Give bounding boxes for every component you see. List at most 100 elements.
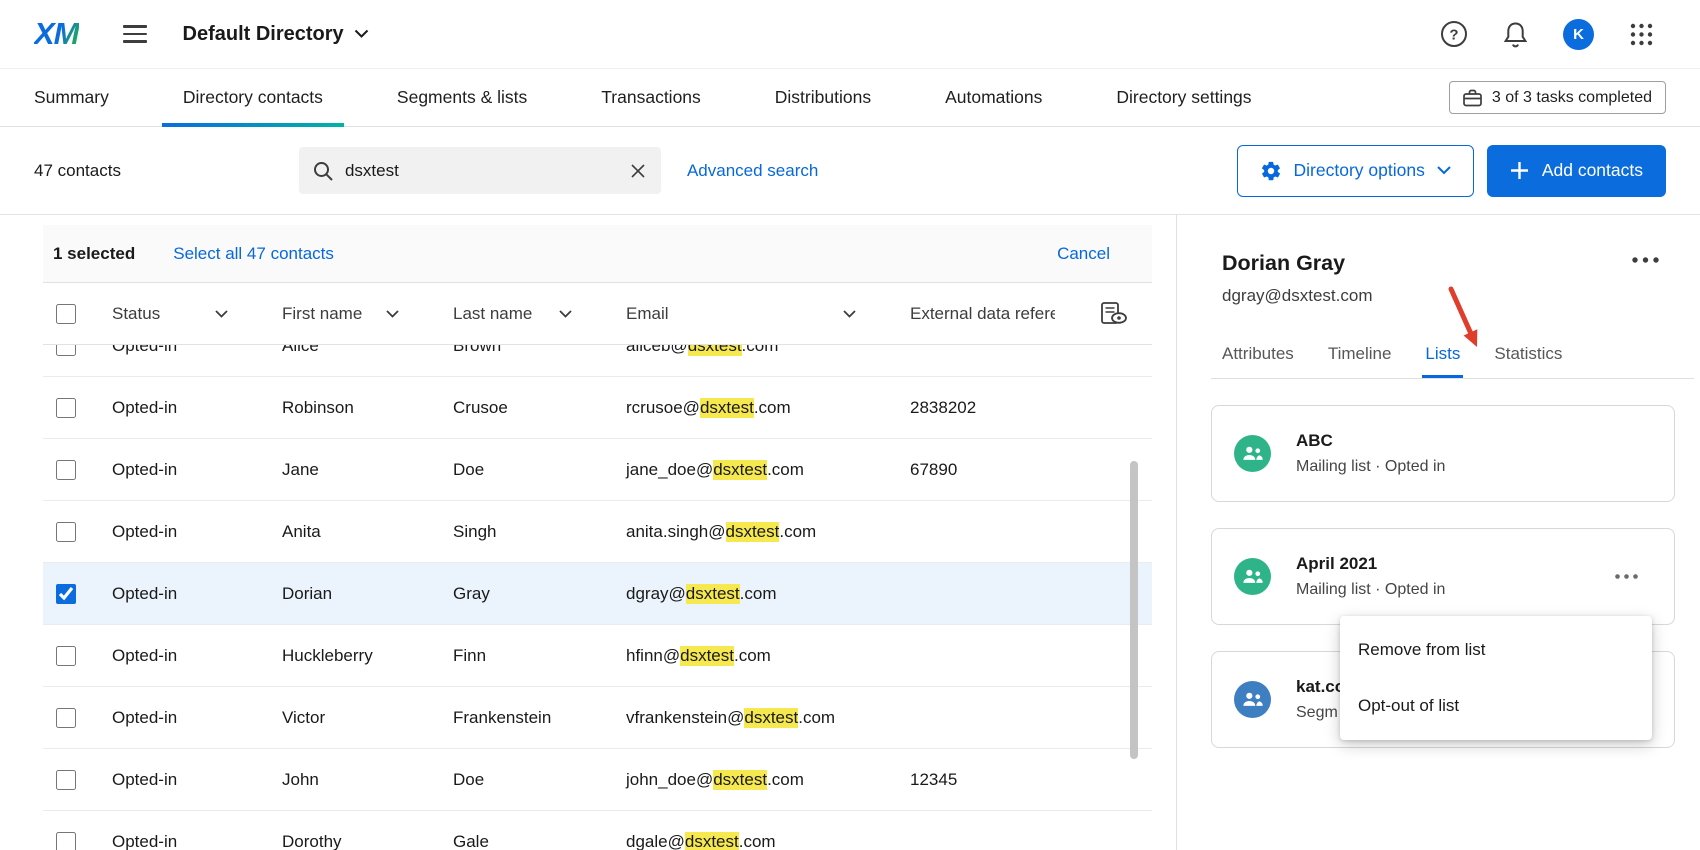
row-checkbox-cell — [43, 345, 98, 356]
row-last-name: Finn — [439, 646, 612, 666]
email-prefix: dgale@ — [626, 832, 685, 850]
tab-segments-lists[interactable]: Segments & lists — [376, 69, 548, 126]
email-suffix: .com — [754, 398, 791, 418]
email-highlight: dsxtest — [688, 345, 742, 356]
row-first-name: Dorothy — [268, 832, 439, 850]
header-tools-cell — [1095, 302, 1152, 325]
row-checkbox[interactable] — [56, 522, 76, 542]
panel-tab-timeline[interactable]: Timeline — [1328, 344, 1392, 378]
table-row[interactable]: Opted-in Alice Brown aliceb@dsxtest.com — [43, 345, 1152, 377]
email-highlight: dsxtest — [686, 584, 740, 604]
header-status[interactable]: Status — [98, 304, 268, 324]
tab-automations[interactable]: Automations — [924, 69, 1063, 126]
row-email: dgray@dsxtest.com — [612, 584, 896, 604]
tasks-completed-button[interactable]: 3 of 3 tasks completed — [1449, 81, 1666, 114]
row-last-name: Frankenstein — [439, 708, 612, 728]
row-checkbox[interactable] — [56, 770, 76, 790]
tab-transactions[interactable]: Transactions — [580, 69, 722, 126]
email-prefix: dgray@ — [626, 584, 686, 604]
table-row[interactable]: Opted-in Huckleberry Finn hfinn@dsxtest.… — [43, 625, 1152, 687]
clear-search-button[interactable] — [631, 164, 645, 178]
row-first-name: Huckleberry — [268, 646, 439, 666]
list-card[interactable]: ABC Mailing list · Opted in — [1211, 405, 1675, 502]
row-email: dgale@dsxtest.com — [612, 832, 896, 850]
table-row[interactable]: Opted-in Jane Doe jane_doe@dsxtest.com 6… — [43, 439, 1152, 501]
row-checkbox[interactable] — [56, 708, 76, 728]
help-icon: ? — [1440, 20, 1468, 48]
row-email: anita.singh@dsxtest.com — [612, 522, 896, 542]
email-highlight: dsxtest — [713, 770, 767, 790]
row-first-name: Jane — [268, 460, 439, 480]
app-switcher-button[interactable] — [1629, 22, 1654, 47]
table-row[interactable]: Opted-in Anita Singh anita.singh@dsxtest… — [43, 501, 1152, 563]
email-highlight: dsxtest — [713, 460, 767, 480]
row-checkbox[interactable] — [56, 584, 76, 604]
select-all-link[interactable]: Select all 47 contacts — [173, 244, 334, 264]
row-email: vfrankenstein@dsxtest.com — [612, 708, 896, 728]
mailing-list-icon — [1234, 558, 1271, 595]
table-row[interactable]: Opted-in Dorothy Gale dgale@dsxtest.com — [43, 811, 1152, 850]
email-suffix: .com — [739, 832, 776, 850]
table-row-selected[interactable]: Opted-in Dorian Gray dgray@dsxtest.com — [43, 563, 1152, 625]
chevron-down-icon — [559, 310, 572, 318]
row-checkbox[interactable] — [56, 646, 76, 666]
panel-tab-lists[interactable]: Lists — [1425, 344, 1460, 378]
menu-item-remove-from-list[interactable]: Remove from list — [1340, 622, 1652, 678]
menu-item-opt-out-of-list[interactable]: Opt-out of list — [1340, 678, 1652, 734]
panel-tab-attributes[interactable]: Attributes — [1222, 344, 1294, 378]
directory-selector-label: Default Directory — [183, 23, 344, 46]
row-status: Opted-in — [98, 708, 268, 728]
list-card[interactable]: April 2021 Mailing list · Opted in — [1211, 528, 1675, 625]
tasks-completed-label: 3 of 3 tasks completed — [1492, 89, 1652, 107]
select-all-checkbox[interactable] — [56, 304, 76, 324]
advanced-search-link[interactable]: Advanced search — [687, 161, 818, 181]
row-checkbox[interactable] — [56, 832, 76, 850]
notifications-button[interactable] — [1503, 21, 1528, 48]
search-input[interactable] — [345, 161, 631, 181]
tab-distributions[interactable]: Distributions — [754, 69, 892, 126]
header-email[interactable]: Email — [612, 304, 896, 324]
row-status: Opted-in — [98, 345, 268, 356]
tab-directory-settings[interactable]: Directory settings — [1095, 69, 1272, 126]
row-checkbox[interactable] — [56, 398, 76, 418]
header-last-name[interactable]: Last name — [439, 304, 612, 324]
email-highlight: dsxtest — [700, 398, 754, 418]
row-email: rcrusoe@dsxtest.com — [612, 398, 896, 418]
header-first-name[interactable]: First name — [268, 304, 439, 324]
add-contacts-button[interactable]: Add contacts — [1487, 145, 1666, 197]
tab-summary[interactable]: Summary — [13, 69, 130, 126]
row-checkbox[interactable] — [56, 345, 76, 356]
panel-tab-statistics[interactable]: Statistics — [1494, 344, 1562, 378]
selection-bar: 1 selected Select all 47 contacts Cancel — [43, 225, 1152, 282]
row-external-ref: 12345 — [896, 770, 1095, 790]
chevron-down-icon — [1437, 166, 1451, 175]
search-icon — [313, 161, 333, 181]
hamburger-menu-icon[interactable] — [119, 21, 151, 46]
table-row[interactable]: Opted-in John Doe john_doe@dsxtest.com 1… — [43, 749, 1152, 811]
email-highlight: dsxtest — [680, 646, 734, 666]
row-first-name: John — [268, 770, 439, 790]
list-menu-button[interactable] — [1613, 568, 1640, 585]
contacts-table: 1 selected Select all 47 contacts Cancel… — [43, 225, 1152, 850]
cancel-selection-link[interactable]: Cancel — [1057, 244, 1110, 264]
contact-menu-button[interactable] — [1630, 251, 1661, 269]
row-checkbox[interactable] — [56, 460, 76, 480]
row-status: Opted-in — [98, 460, 268, 480]
tab-directory-contacts[interactable]: Directory contacts — [162, 69, 344, 126]
list-meta: Segm — [1296, 704, 1345, 722]
segment-icon — [1234, 681, 1271, 718]
table-scrollbar[interactable] — [1130, 461, 1138, 759]
help-button[interactable]: ? — [1440, 20, 1468, 48]
user-avatar[interactable]: K — [1563, 19, 1594, 50]
search-box[interactable] — [299, 147, 661, 194]
top-bar: XM Default Directory ? K — [0, 0, 1700, 69]
chevron-down-icon — [843, 310, 856, 318]
row-status: Opted-in — [98, 770, 268, 790]
header-external-ref[interactable]: External data reference — [896, 304, 1095, 324]
preview-fields-icon[interactable] — [1101, 302, 1127, 325]
directory-options-button[interactable]: Directory options — [1237, 145, 1474, 197]
directory-selector[interactable]: Default Directory — [183, 23, 369, 46]
table-row[interactable]: Opted-in Victor Frankenstein vfrankenste… — [43, 687, 1152, 749]
table-row[interactable]: Opted-in Robinson Crusoe rcrusoe@dsxtest… — [43, 377, 1152, 439]
row-checkbox-cell — [43, 460, 98, 480]
